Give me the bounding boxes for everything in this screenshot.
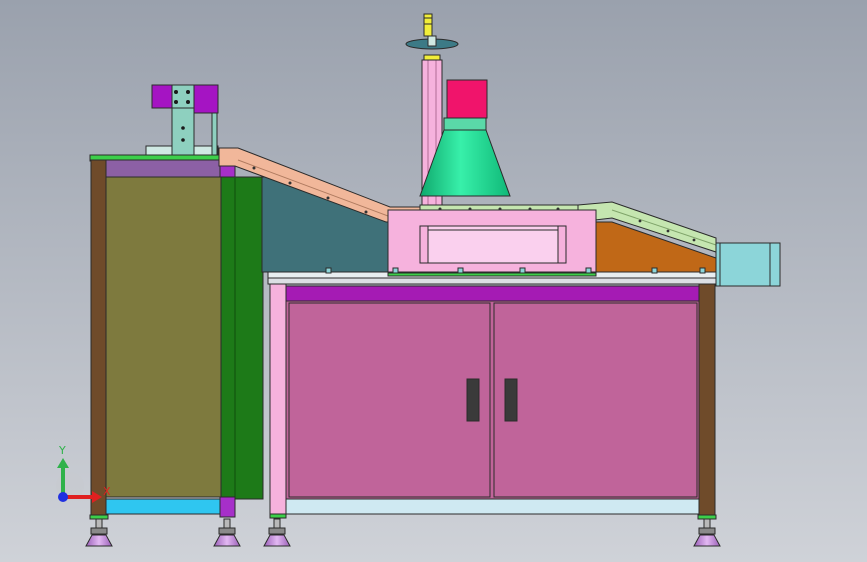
red-motor-block — [446, 79, 488, 119]
chute-bolt — [326, 196, 330, 200]
tabletop-mount-pin — [651, 267, 658, 274]
cabinet-door-left[interactable] — [288, 302, 491, 498]
fixture-upright — [171, 107, 195, 156]
tabletop-mount-pin — [585, 267, 592, 274]
left-cabinet-left-post — [90, 159, 107, 519]
cad-viewport[interactable]: Y X — [0, 0, 867, 562]
cabinet-door-right[interactable] — [493, 302, 698, 498]
fixture-bolt — [186, 100, 190, 104]
housing-bolt — [438, 207, 442, 211]
lower-cabinet-green-cap — [697, 514, 717, 520]
outfeed-chute-bolt — [666, 229, 670, 233]
tabletop-mount-pin — [457, 267, 464, 274]
tabletop-mount-pin — [325, 267, 332, 274]
chute-bolt — [252, 166, 256, 170]
chute-bolt — [288, 181, 292, 185]
tabletop-edge — [267, 277, 717, 285]
column-yellow-collar — [423, 54, 441, 61]
outfeed-chute-bolt — [692, 238, 696, 242]
machine-assembly-drawing: Y X — [0, 0, 867, 562]
outfeed-box[interactable] — [715, 242, 781, 287]
door-handle-left[interactable] — [466, 378, 480, 422]
housing-inspection-window — [427, 225, 559, 264]
lower-cabinet-header — [285, 285, 700, 302]
left-cabinet-cyan-base-strip — [105, 498, 223, 515]
housing-bolt — [468, 207, 472, 211]
hood-collar — [443, 117, 487, 131]
housing-window-bracket — [419, 225, 429, 264]
lower-cabinet-base-strip — [285, 498, 700, 515]
fixture-bolt — [181, 138, 185, 142]
triad-x-label: X — [103, 485, 111, 498]
triad-origin — [58, 492, 68, 502]
fixture-bolt — [181, 126, 185, 130]
column-yellow-tip — [423, 13, 433, 37]
housing-bolt — [498, 207, 502, 211]
fixture-bolt — [174, 90, 178, 94]
tabletop-green-strip — [387, 272, 597, 277]
column-top-disc-hub — [427, 35, 437, 47]
door-handle-right[interactable] — [504, 378, 518, 422]
chute-bolt — [364, 210, 368, 214]
triad-y-label: Y — [58, 444, 66, 457]
housing-window-bracket — [557, 225, 567, 264]
left-cabinet-olive-panel — [105, 176, 223, 498]
fixture-bolt — [186, 90, 190, 94]
left-cabinet-green-side-panel — [220, 176, 264, 500]
fixture-plate-face — [171, 84, 195, 109]
housing-bolt — [528, 207, 532, 211]
lower-cabinet-left-post — [269, 283, 287, 517]
lower-cabinet-green-cap — [269, 513, 287, 519]
tabletop-mount-pin — [392, 267, 399, 274]
left-cabinet-purple-corner-bottom — [219, 496, 236, 518]
left-cabinet-top-rail — [105, 159, 223, 178]
fixture-bolt — [174, 100, 178, 104]
lower-cabinet-right-post — [698, 283, 716, 517]
fixture-upright-rod — [211, 112, 218, 156]
housing-bolt — [556, 207, 560, 211]
tabletop-mount-pin — [699, 267, 706, 274]
lower-cabinet-green-cap — [89, 514, 109, 520]
outfeed-chute-bolt — [638, 219, 642, 223]
left-cabinet[interactable] — [89, 154, 264, 519]
center-housing[interactable] — [387, 204, 597, 273]
tabletop-mount-pin — [519, 267, 526, 274]
